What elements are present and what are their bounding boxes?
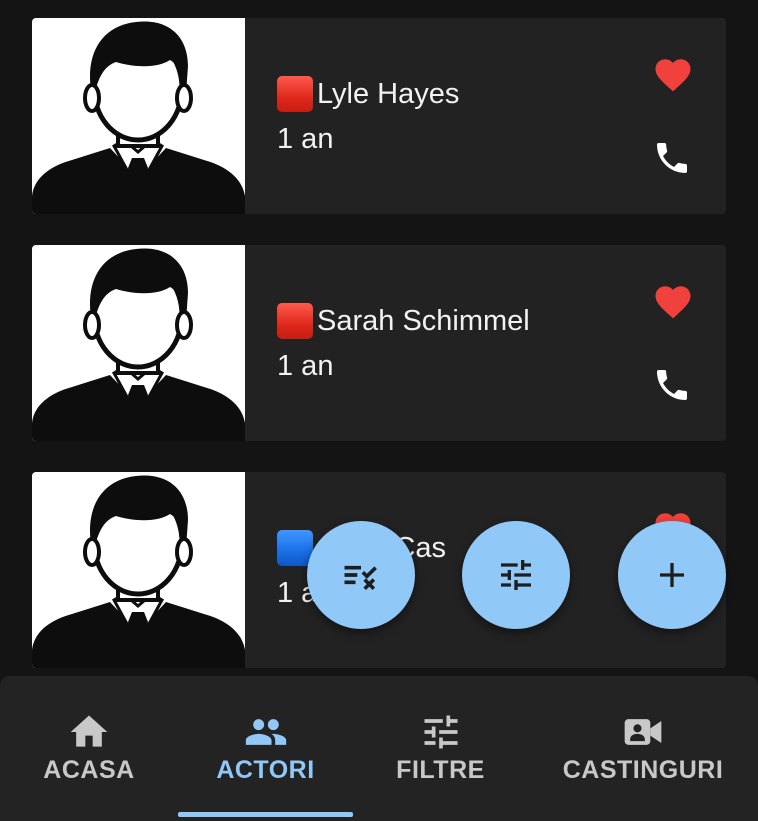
actor-name: Sarah Schimmel (277, 303, 530, 339)
home-icon (70, 715, 108, 747)
select-multiple-button[interactable] (307, 521, 415, 629)
person-suit-avatar-icon (32, 475, 245, 668)
plus-icon (660, 563, 684, 587)
actor-card[interactable]: Sarah Schimmel 1 an (32, 245, 726, 441)
heart-icon[interactable] (652, 281, 694, 323)
nav-label: ACTORI (216, 756, 315, 784)
blue-square-flag (277, 530, 313, 566)
nav-item-castinguri[interactable]: CASTINGURI (528, 676, 758, 816)
bottom-navigation: ACASA ACTORI FILTRE CASTINGURI (0, 676, 758, 821)
person-suit-avatar-icon (32, 248, 245, 441)
people-icon (245, 719, 286, 745)
nav-label: FILTRE (396, 756, 485, 784)
nav-item-acasa[interactable]: ACASA (0, 676, 178, 816)
nav-label: CASTINGURI (562, 756, 724, 784)
red-square-flag (277, 303, 313, 339)
phone-icon[interactable] (652, 138, 692, 178)
actor-name-text: Sarah Schimmel (317, 304, 530, 337)
actor-card[interactable]: Lyle Hayes 1 an (32, 18, 726, 214)
phone-icon[interactable] (652, 365, 692, 405)
checklist-icon (344, 565, 377, 591)
active-tab-indicator (178, 812, 353, 817)
actor-photo (32, 18, 245, 214)
actor-name-text: Lyle Hayes (317, 77, 460, 110)
nav-item-filtre[interactable]: FILTRE (353, 676, 528, 816)
person-suit-avatar-icon (32, 21, 245, 214)
actor-photo (32, 472, 245, 668)
actor-name: Lyle Hayes (277, 76, 459, 112)
actor-photo (32, 245, 245, 441)
add-actor-button[interactable] (618, 521, 726, 629)
nav-label: ACASA (43, 756, 135, 784)
actors-screen: Lyle Hayes 1 an Sarah Schimmel 1 an Cas … (0, 0, 758, 821)
actor-age: 1 an (277, 123, 334, 155)
sliders-icon (424, 715, 457, 749)
sliders-icon (501, 560, 531, 590)
filter-button[interactable] (462, 521, 570, 629)
red-square-flag (277, 76, 313, 112)
heart-icon[interactable] (652, 54, 694, 96)
nav-item-actori[interactable]: ACTORI (178, 676, 353, 816)
actor-age: 1 an (277, 350, 334, 382)
video-camera-icon (624, 719, 662, 745)
